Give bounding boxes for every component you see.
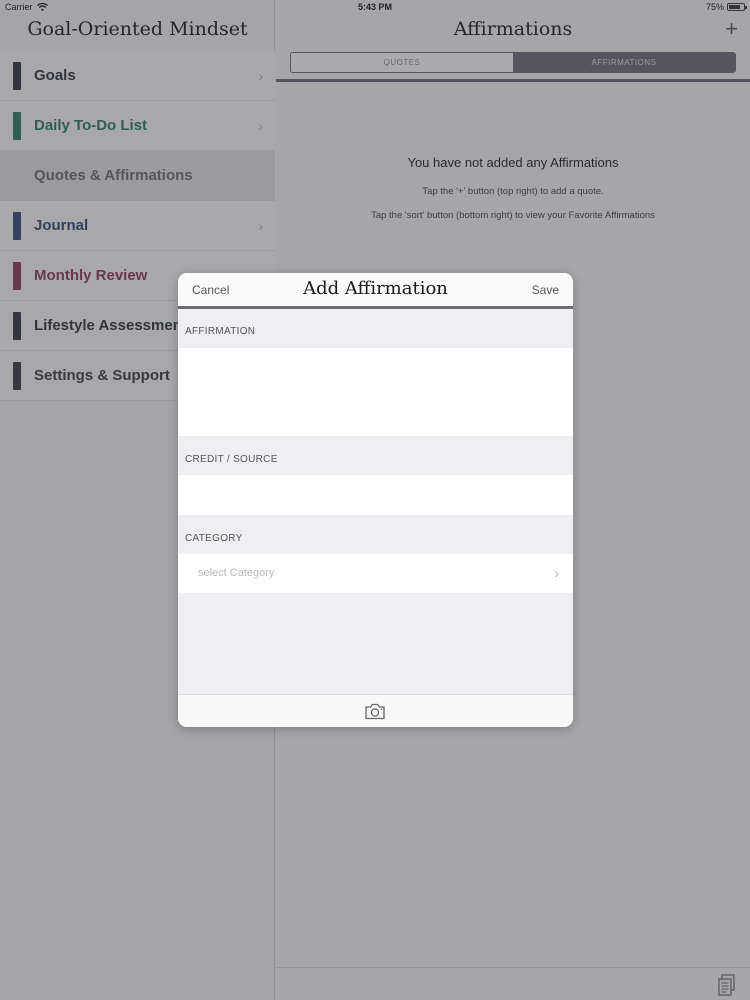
- dialog-title: Add Affirmation: [303, 278, 448, 299]
- chevron-right-icon: ›: [554, 565, 559, 581]
- credit-section-label: CREDIT / SOURCE: [185, 454, 278, 465]
- dialog-header: Cancel Add Affirmation Save: [178, 273, 573, 306]
- credit-source-input[interactable]: [178, 475, 573, 515]
- affirmation-field-container: [178, 348, 573, 436]
- category-selector[interactable]: select Category ›: [178, 554, 573, 593]
- category-placeholder: select Category: [198, 567, 275, 579]
- affirmation-section-label: AFFIRMATION: [185, 326, 256, 337]
- add-affirmation-dialog: Cancel Add Affirmation Save AFFIRMATION …: [178, 273, 573, 727]
- dialog-footer: [178, 694, 573, 727]
- affirmation-input[interactable]: [178, 348, 573, 436]
- dialog-header-divider: [178, 306, 573, 309]
- category-section-label: CATEGORY: [185, 533, 243, 544]
- camera-icon[interactable]: [364, 703, 386, 720]
- credit-field-container: [178, 475, 573, 515]
- save-button[interactable]: Save: [532, 283, 559, 297]
